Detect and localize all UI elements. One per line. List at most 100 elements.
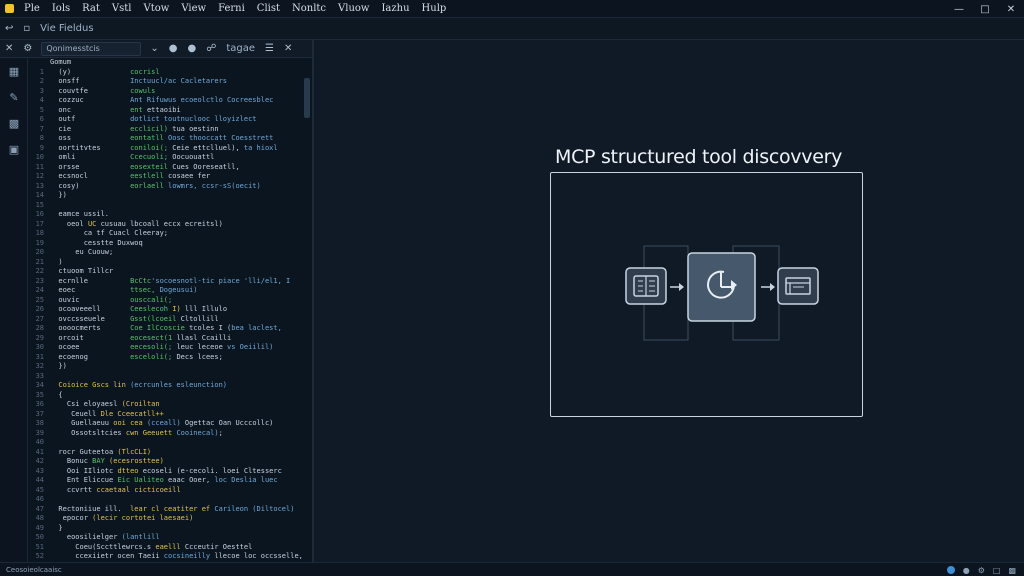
code-line[interactable]: 46 (28, 495, 312, 505)
code-line[interactable]: 18 ca tf Cuacl Cleeray; (28, 229, 312, 239)
menu-item[interactable]: Hulp (416, 0, 453, 18)
layout-icon[interactable]: ▫ (18, 18, 35, 40)
code-editor[interactable]: Gomum 1 (y) cocrisl 2 onsff Inctuucl/ac C… (28, 58, 312, 562)
code-line[interactable]: 2 onsff Inctuucl/ac Cacletarers (28, 77, 312, 87)
app-logo-icon[interactable] (0, 0, 18, 18)
back-arrow-icon[interactable]: ↩ (0, 18, 18, 40)
split-icon[interactable]: ☰ (260, 38, 279, 60)
code-line[interactable]: 50 eoosilielger (lantlill (28, 533, 312, 543)
code-line[interactable]: 37 Ceuell Dle Cceecatll++ (28, 410, 312, 420)
search-icon[interactable]: ✎ (0, 84, 28, 110)
status-left-text[interactable]: Ceosoieolcaaisc (0, 566, 68, 574)
code-line[interactable]: 36 Csi eloyaesl (Croiltan (28, 400, 312, 410)
menu-item[interactable]: View (175, 0, 212, 18)
code-line[interactable]: 49 } (28, 524, 312, 534)
code-line[interactable]: 13 cosy) eorlaell lowmrs, ccsr-sS(oecit) (28, 182, 312, 192)
panel-divider[interactable] (312, 40, 314, 562)
code-line[interactable]: 51 Coeu(Sccttlewrcs.s eaelll Ccceutir Oe… (28, 543, 312, 553)
manage-label[interactable]: tagae (221, 38, 260, 60)
lock-icon[interactable]: ☍ (201, 38, 221, 60)
code-line[interactable]: 33 (28, 372, 312, 382)
code-line[interactable]: 27 ovccsseuele Gsst(lcoeil Cltollill (28, 315, 312, 325)
code-line[interactable]: 20 eu Cuouw; (28, 248, 312, 258)
menu-item[interactable]: Vtow (138, 0, 176, 18)
code-line[interactable]: 42 Bonuc BAY (ecesrosttee) (28, 457, 312, 467)
code-line[interactable]: 47 Rectoniiue ill. lear cl ceatiter ef C… (28, 505, 312, 515)
menu-item[interactable]: Ferni (212, 0, 251, 18)
code-token: cocrisl (130, 67, 160, 76)
window-controls: — □ ✕ (946, 0, 1024, 18)
close-icon[interactable]: ✕ (0, 38, 18, 60)
minimize-icon[interactable]: — (946, 0, 972, 18)
code-line[interactable]: 12 ecsnocl eestlell cosaee fer (28, 172, 312, 182)
code-line[interactable]: 1 (y) cocrisl (28, 68, 312, 78)
pin-icon[interactable]: ● (182, 38, 201, 60)
code-line[interactable]: 22 ctuoom Tillcr (28, 267, 312, 277)
code-line[interactable]: 25 ouvic ousccali(; (28, 296, 312, 306)
code-line[interactable]: 17 oeol UC cusuau lbcoall eccx ecreitsl) (28, 220, 312, 230)
code-line[interactable]: 5 onc ent ettaoibi (28, 106, 312, 116)
code-line[interactable]: 21 ) (28, 258, 312, 268)
code-line[interactable]: 6 outf dotlict toutnuclooc lloyizlect (28, 115, 312, 125)
code-line[interactable]: 7 cie ecclicil) tua oestinn (28, 125, 312, 135)
code-line[interactable]: 39 Ossotsltcies cwn Geeuett Cooinecal); (28, 429, 312, 439)
more-icon[interactable]: ✕ (279, 38, 297, 60)
settings-icon[interactable]: ⚙ (974, 566, 989, 575)
code-line[interactable]: 34 Coioice Gscs lin (ecrcunles esleuncti… (28, 381, 312, 391)
editor-scrollbar[interactable] (304, 78, 310, 118)
close-icon[interactable]: ✕ (998, 0, 1024, 18)
code-line[interactable]: 26 ocoaveeell Ceeslecoh I) lll Illulo (28, 305, 312, 315)
code-token: Ossotsltcies (50, 428, 122, 437)
code-line[interactable]: 45 ccvrtt ccaetaal cicticoeill (28, 486, 312, 496)
source-control-icon[interactable]: ▩ (0, 110, 28, 136)
code-line[interactable]: 44 Ent Eliccue Eic Ualiteo eaac Ooer, lo… (28, 476, 312, 486)
code-line[interactable]: 52 ccexiietr ocen Taeii cocsineilly llec… (28, 552, 312, 562)
code-line[interactable]: 38 Guellaeuu ooi cea (cceall) Ogettac Oa… (28, 419, 312, 429)
menu-item[interactable]: Iazhu (375, 0, 415, 18)
code-line[interactable]: 14 }) (28, 191, 312, 201)
explorer-icon[interactable]: ▦ (0, 58, 28, 84)
window-icon[interactable]: □ (989, 566, 1005, 575)
code-line[interactable]: 28 oooocmerts Coe IlCcoscie tcoles I (be… (28, 324, 312, 334)
menu-item[interactable]: Ple (18, 0, 46, 18)
code-line[interactable]: 16 eamce ussil. (28, 210, 312, 220)
menu-item[interactable]: Vstl (106, 0, 138, 18)
line-number: 18 (35, 229, 44, 237)
settings-icon[interactable]: ⚙ (18, 38, 37, 60)
code-line[interactable]: 8 oss eontatll Oosc thooccatt Coesstrett (28, 134, 312, 144)
code-line[interactable]: 3 couvtfe cowuls (28, 87, 312, 97)
code-line[interactable]: 23 ecrnlle BcCtc'socoesnotl-tic piace 'l… (28, 277, 312, 287)
line-number: 33 (35, 371, 44, 380)
code-line[interactable]: 4 cozzuc Ant Rifuwus ecoeolctlo Cocreesb… (28, 96, 312, 106)
code-line[interactable]: 9 oortitvtes coniloi(; Ceie ettclluel), … (28, 144, 312, 154)
code-line[interactable]: 48 epocor (lecir cortotei laesaei) (28, 514, 312, 524)
code-line[interactable]: 11 orsse eosexteil Cues Ooreseatll, (28, 163, 312, 173)
menu-item[interactable]: Vluow (332, 0, 375, 18)
code-line[interactable]: 24 eoec ttsec, Dogeusui) (28, 286, 312, 296)
code-line[interactable]: 19 cesstte Duxwoq (28, 239, 312, 249)
code-line[interactable]: 32 }) (28, 362, 312, 372)
code-line[interactable]: 10 omli Ccecuoli; Oocuouattl (28, 153, 312, 163)
view-label[interactable]: Vie Fieldus (35, 18, 98, 40)
record-icon[interactable]: ● (164, 38, 183, 60)
menu-item[interactable]: Nonltc (286, 0, 332, 18)
bell-icon[interactable]: ● (959, 566, 974, 575)
code-line[interactable]: 43 Ooi IIliotc dtteo ecoseli (e-cecoli. … (28, 467, 312, 477)
chevron-down-icon[interactable]: ⌄ (145, 38, 163, 60)
extensions-icon[interactable]: ▣ (0, 136, 28, 162)
menu-item[interactable]: Rat (76, 0, 106, 18)
menu-item[interactable]: Iols (46, 0, 76, 18)
menu-item[interactable]: Clist (251, 0, 286, 18)
status-dot-icon[interactable] (946, 566, 955, 574)
code-line[interactable]: 15 (28, 201, 312, 211)
search-input[interactable]: Qonimesstcis (41, 41, 142, 56)
code-line[interactable]: 40 (28, 438, 312, 448)
editor-tab-label[interactable]: Gomum (50, 58, 71, 68)
code-line[interactable]: 31 ecoenog esceloli(; Decs lcees; (28, 353, 312, 363)
code-line[interactable]: 35 { (28, 391, 312, 401)
layout-icon[interactable]: ▩ (1004, 566, 1020, 575)
code-line[interactable]: 29 orcoit eocesect(1 llasl Ccailli (28, 334, 312, 344)
code-line[interactable]: 30 ocoee eecesoli(; leuc leceoe vs Oeiil… (28, 343, 312, 353)
code-line[interactable]: 41 rocr Guteetoa (TlcCLI) (28, 448, 312, 458)
maximize-icon[interactable]: □ (972, 0, 998, 18)
